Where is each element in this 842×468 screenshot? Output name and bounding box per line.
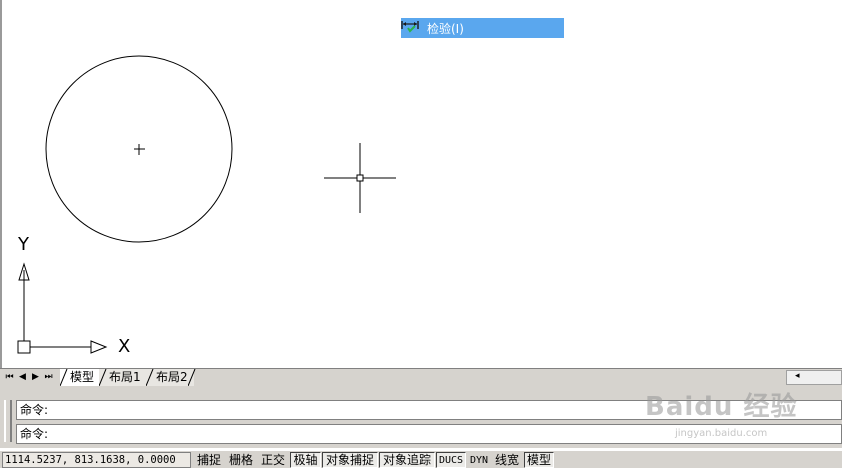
ucs-icon <box>17 262 108 354</box>
model-space-toggle[interactable]: 模型 <box>524 452 554 468</box>
tab-nav-next-button[interactable]: ▶ <box>30 371 41 383</box>
splitter-strip[interactable] <box>0 386 842 394</box>
tab-divider <box>188 369 196 386</box>
grid-toggle[interactable]: 栅格 <box>226 452 256 468</box>
tab-nav-prev-button[interactable]: ◀ <box>17 371 28 383</box>
lineweight-toggle[interactable]: 线宽 <box>492 452 522 468</box>
menu-item-inspect[interactable]: 检验(I) <box>401 18 564 38</box>
command-input[interactable]: 命令: <box>16 424 842 444</box>
coordinate-readout[interactable]: 1114.5237, 813.1638, 0.0000 <box>2 452 191 468</box>
tab-nav-last-button[interactable]: ⏭ <box>43 371 54 383</box>
object-snap-toggle[interactable]: 对象捕捉 <box>322 452 378 468</box>
scroll-left-arrow-icon[interactable]: ◂ <box>795 371 800 381</box>
ucs-x-label: X <box>118 336 131 357</box>
snap-toggle[interactable]: 捕捉 <box>194 452 224 468</box>
drawing-canvas[interactable]: Y X 检验(I) <box>0 0 842 368</box>
dimension-inspect-icon <box>401 20 423 36</box>
dyn-toggle[interactable]: DYN <box>467 452 491 468</box>
tab-divider <box>99 369 107 386</box>
autocad-window: Y X 检验(I) ⏮ ◀ ▶ ⏭ 模型 布局1 布局2 ◂ 命令: 命令: 1… <box>0 0 842 468</box>
polar-toggle[interactable]: 极轴 <box>290 452 321 468</box>
tab-nav-first-button[interactable]: ⏮ <box>4 371 15 383</box>
command-history-line: 命令: <box>16 400 842 420</box>
tab-divider <box>146 369 154 386</box>
ucs-y-label: Y <box>18 234 29 255</box>
tab-divider <box>60 369 68 386</box>
command-window: 命令: 命令: <box>0 394 842 448</box>
ducs-toggle[interactable]: DUCS <box>436 452 466 468</box>
crosshair-cursor-icon <box>324 143 396 213</box>
layout-tab-bar: ⏮ ◀ ▶ ⏭ 模型 布局1 布局2 ◂ <box>0 368 842 386</box>
status-bar: 1114.5237, 813.1638, 0.0000 捕捉 栅格 正交 极轴 … <box>0 450 842 468</box>
canvas-graphics <box>17 55 396 354</box>
object-track-toggle[interactable]: 对象追踪 <box>379 452 435 468</box>
command-window-grip[interactable] <box>4 400 12 442</box>
ortho-toggle[interactable]: 正交 <box>258 452 288 468</box>
menu-item-label: 检验(I) <box>427 21 464 36</box>
